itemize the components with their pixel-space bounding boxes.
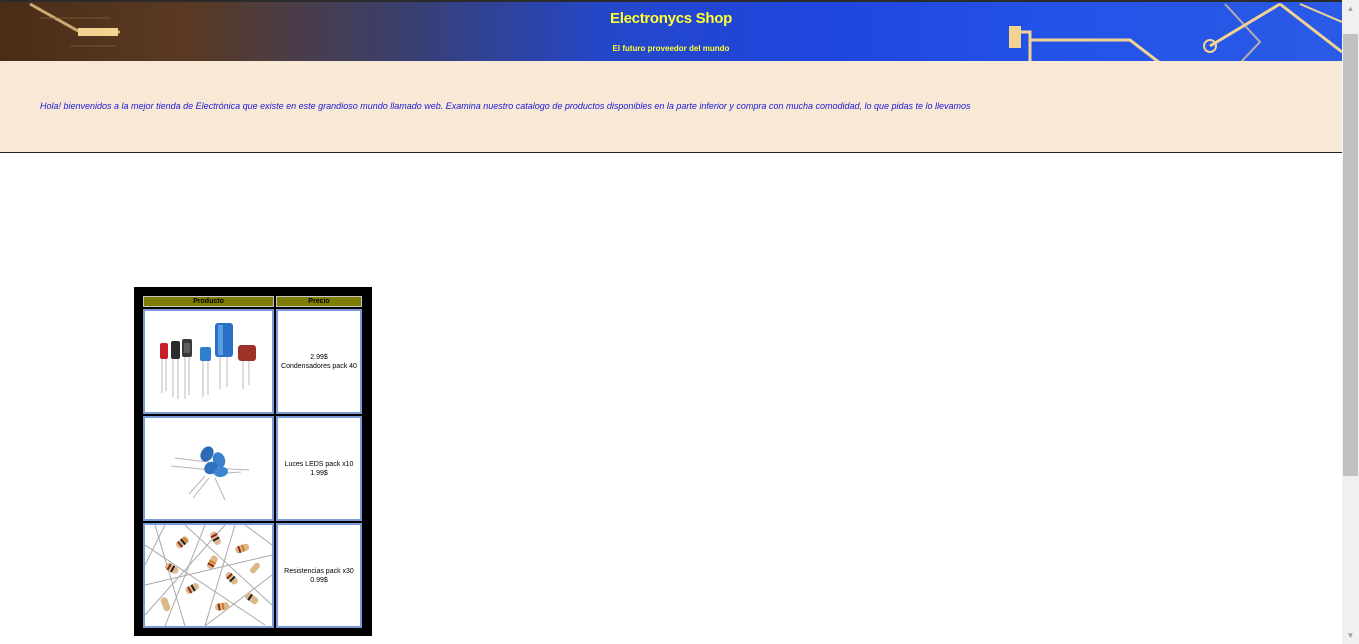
header-banner: Electronycs Shop El futuro proveedor del… [0,0,1342,61]
product-price: 0.99$ [310,576,328,584]
scrollbar-thumb[interactable] [1343,34,1358,476]
vertical-scrollbar[interactable]: ▲ ▼ [1342,0,1359,644]
product-name: Luces LEDS pack x10 [284,460,354,468]
header-price: Precio [276,296,362,307]
resistors-image [145,525,272,626]
product-table: Producto Precio 2.99$ Condensadores pack… [141,294,364,630]
product-info-cell: Resistencias pack x30 0.99$ [276,523,362,628]
header-product: Producto [143,296,274,307]
table-row: Luces LEDS pack x10 1.99$ [143,416,362,521]
scroll-up-arrow-icon[interactable]: ▲ [1342,0,1359,17]
capacitors-image [160,323,256,399]
product-image-cell [143,309,274,414]
product-image-cell [143,416,274,521]
product-price: 2.99$ [310,353,328,361]
welcome-section: Hola! bienvenidos a la mejor tienda de E… [0,61,1342,153]
product-name: Resistencias pack x30 [284,567,354,575]
page: Electronycs Shop El futuro proveedor del… [0,0,1342,644]
table-header-row: Producto Precio [143,296,362,307]
product-catalog: Producto Precio 2.99$ Condensadores pack… [134,287,372,636]
scroll-down-arrow-icon[interactable]: ▼ [1342,627,1359,644]
product-info-cell: 2.99$ Condensadores pack 40 [276,309,362,414]
table-row: Resistencias pack x30 0.99$ [143,523,362,628]
leds-image [170,446,250,501]
welcome-message: Hola! bienvenidos a la mejor tienda de E… [40,101,971,111]
table-row: 2.99$ Condensadores pack 40 [143,309,362,414]
product-info-cell: Luces LEDS pack x10 1.99$ [276,416,362,521]
site-subtitle: El futuro proveedor del mundo [612,44,730,53]
product-image-cell [143,523,274,628]
product-name: Condensadores pack 40 [281,362,357,370]
site-title: Electronycs Shop [610,10,732,27]
product-price: 1.99$ [310,469,328,477]
